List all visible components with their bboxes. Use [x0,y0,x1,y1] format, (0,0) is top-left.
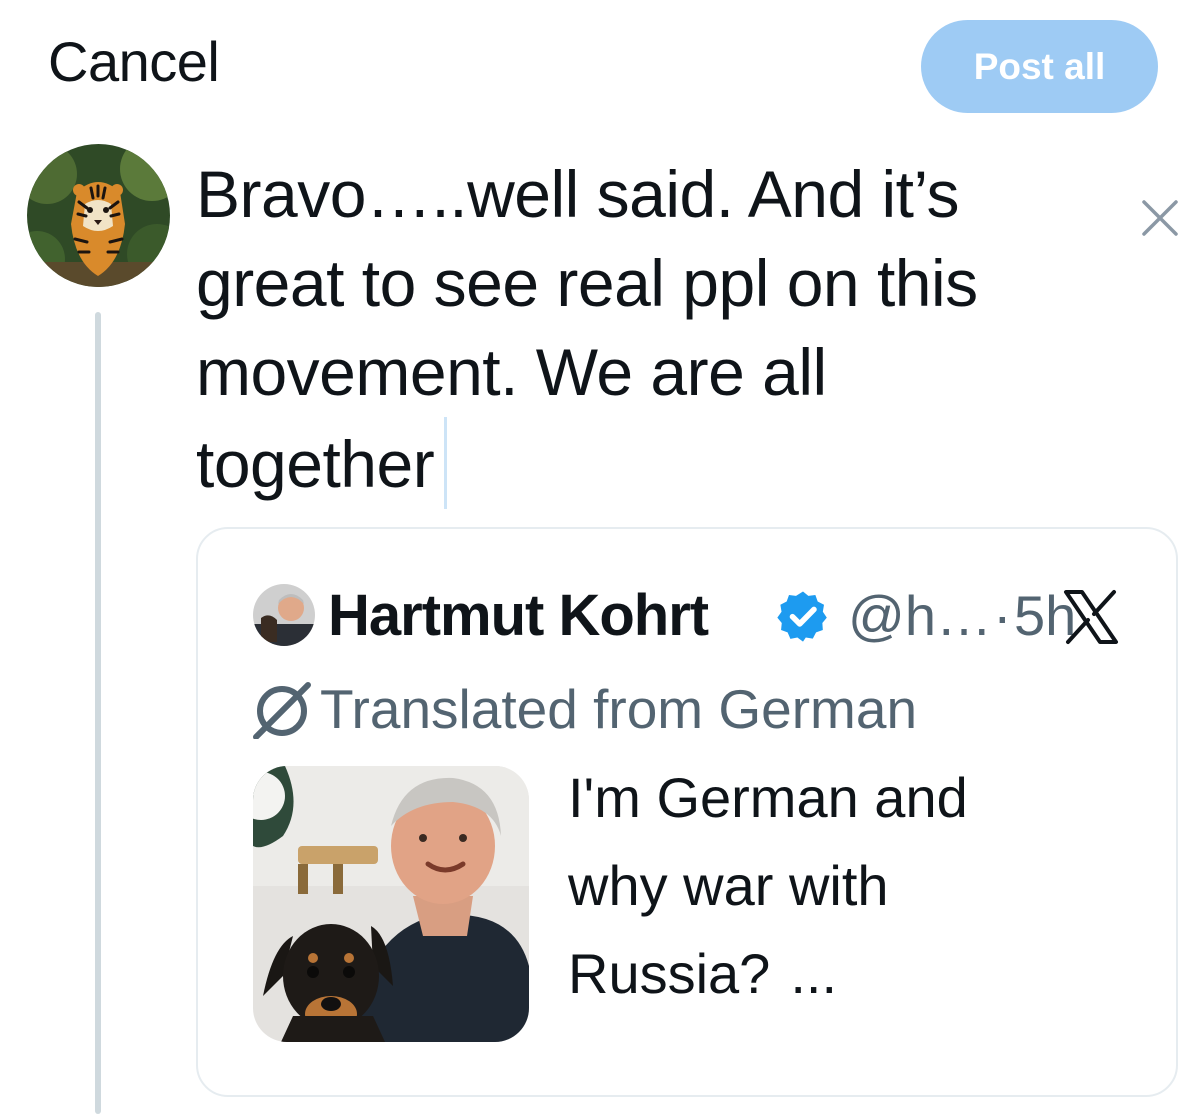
thread-connector-line [95,312,101,1114]
verified-badge-icon [775,588,831,644]
quoted-post-image[interactable] [253,766,529,1042]
translate-icon [248,679,314,740]
quoted-text-line: I'm German and [568,766,968,829]
quoted-author-avatar [253,584,315,646]
quoted-author-name: Hartmut Kohrt [328,583,709,648]
translation-notice[interactable]: Translated from German [248,674,917,744]
quoted-author-handle: @h… [848,584,992,647]
x-logo-icon [1062,589,1120,645]
quoted-text-line: Russia? [568,942,771,1005]
translated-from-label: Translated from German [320,678,918,740]
quoted-post-card[interactable]: Hartmut Kohrt @h… · 5h Translated from G… [196,527,1178,1097]
cancel-button[interactable]: Cancel [48,28,220,96]
tiger-avatar-image [27,144,170,287]
quoted-text-line: why war with [568,854,889,917]
post-all-button[interactable]: Post all [921,20,1158,113]
meta-separator: · [993,584,1012,647]
compose-line: great to see real ppl on this [196,246,978,320]
user-avatar [27,144,170,287]
quoted-post-text: I'm German and why war with Russia?... [568,754,1128,1018]
text-caret [444,417,448,509]
compose-line: together [196,427,435,501]
truncation-ellipsis: ... [790,942,838,1005]
compose-line: movement. We are all [196,335,827,409]
close-icon[interactable] [1140,198,1180,238]
compose-line: Bravo…..well said. And it’s [196,157,959,231]
compose-text-area[interactable]: Bravo…..well said. And it’s great to see… [196,150,1096,509]
